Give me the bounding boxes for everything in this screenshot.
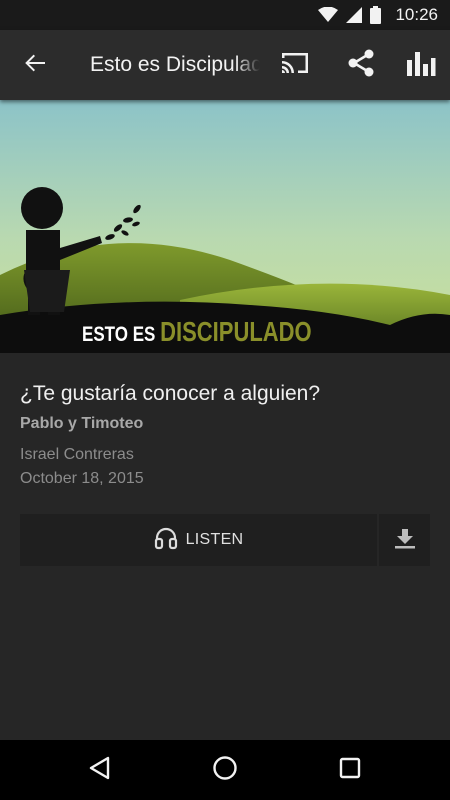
back-button[interactable] [10,30,60,100]
episode-author: Israel Contreras [20,446,134,463]
artwork-title: ESTO ES DISCIPULADO [82,316,312,349]
nav-recents-icon [339,757,361,784]
listen-button[interactable]: LISTEN [20,514,377,566]
artwork-title-part2: DISCIPULADO [160,316,312,348]
episode-series: Pablo y Timoteo [20,415,144,432]
download-button[interactable] [379,514,430,566]
nav-recents-button[interactable] [320,740,380,800]
system-nav-bar [0,740,450,800]
battery-icon [370,6,382,24]
signal-icon [346,7,363,23]
share-icon [346,48,376,83]
episode-title: ¿Te gustaría conocer a alguien? [20,382,321,405]
download-icon [394,527,416,554]
wifi-icon [318,7,339,23]
headphones-icon [154,526,178,555]
nav-home-button[interactable] [195,740,255,800]
nav-back-button[interactable] [70,740,130,800]
bar-chart-icon [406,50,436,81]
stats-button[interactable] [398,30,444,100]
back-arrow-icon [23,51,47,80]
status-bar: 10:26 [0,0,450,30]
artwork-title-part1: ESTO ES [82,322,161,346]
nav-back-icon [88,756,112,785]
status-clock: 10:26 [395,5,438,24]
page-title: Esto es Discipulado [90,53,260,76]
episode-date: October 18, 2015 [20,470,144,487]
share-button[interactable] [338,30,384,100]
listen-label: LISTEN [185,531,244,548]
nav-home-icon [212,755,238,786]
cast-icon [280,51,310,80]
toolbar: Esto es Discipulado [0,30,450,100]
cast-button[interactable] [272,30,318,100]
